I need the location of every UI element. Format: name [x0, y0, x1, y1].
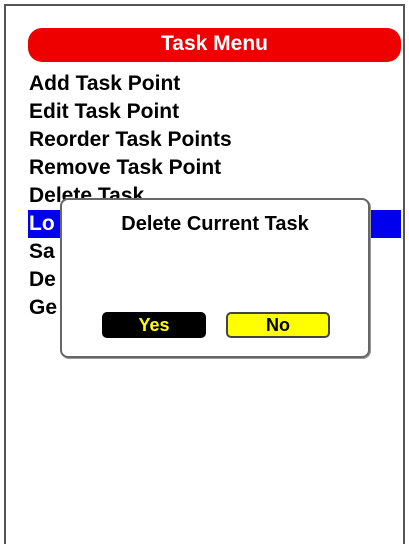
- menu-item-reorder-task-points[interactable]: Reorder Task Points: [28, 126, 401, 154]
- title-bar: Task Menu: [28, 28, 401, 62]
- menu-item-edit-task-point[interactable]: Edit Task Point: [28, 98, 401, 126]
- menu-item-remove-task-point[interactable]: Remove Task Point: [28, 154, 401, 182]
- no-button[interactable]: No: [226, 312, 330, 338]
- dialog-title: Delete Current Task: [121, 213, 309, 235]
- yes-button[interactable]: Yes: [102, 312, 206, 338]
- confirm-delete-dialog: Delete Current Task Yes No: [60, 198, 370, 358]
- menu-item-add-task-point[interactable]: Add Task Point: [28, 70, 401, 98]
- page-title: Task Menu: [161, 32, 268, 55]
